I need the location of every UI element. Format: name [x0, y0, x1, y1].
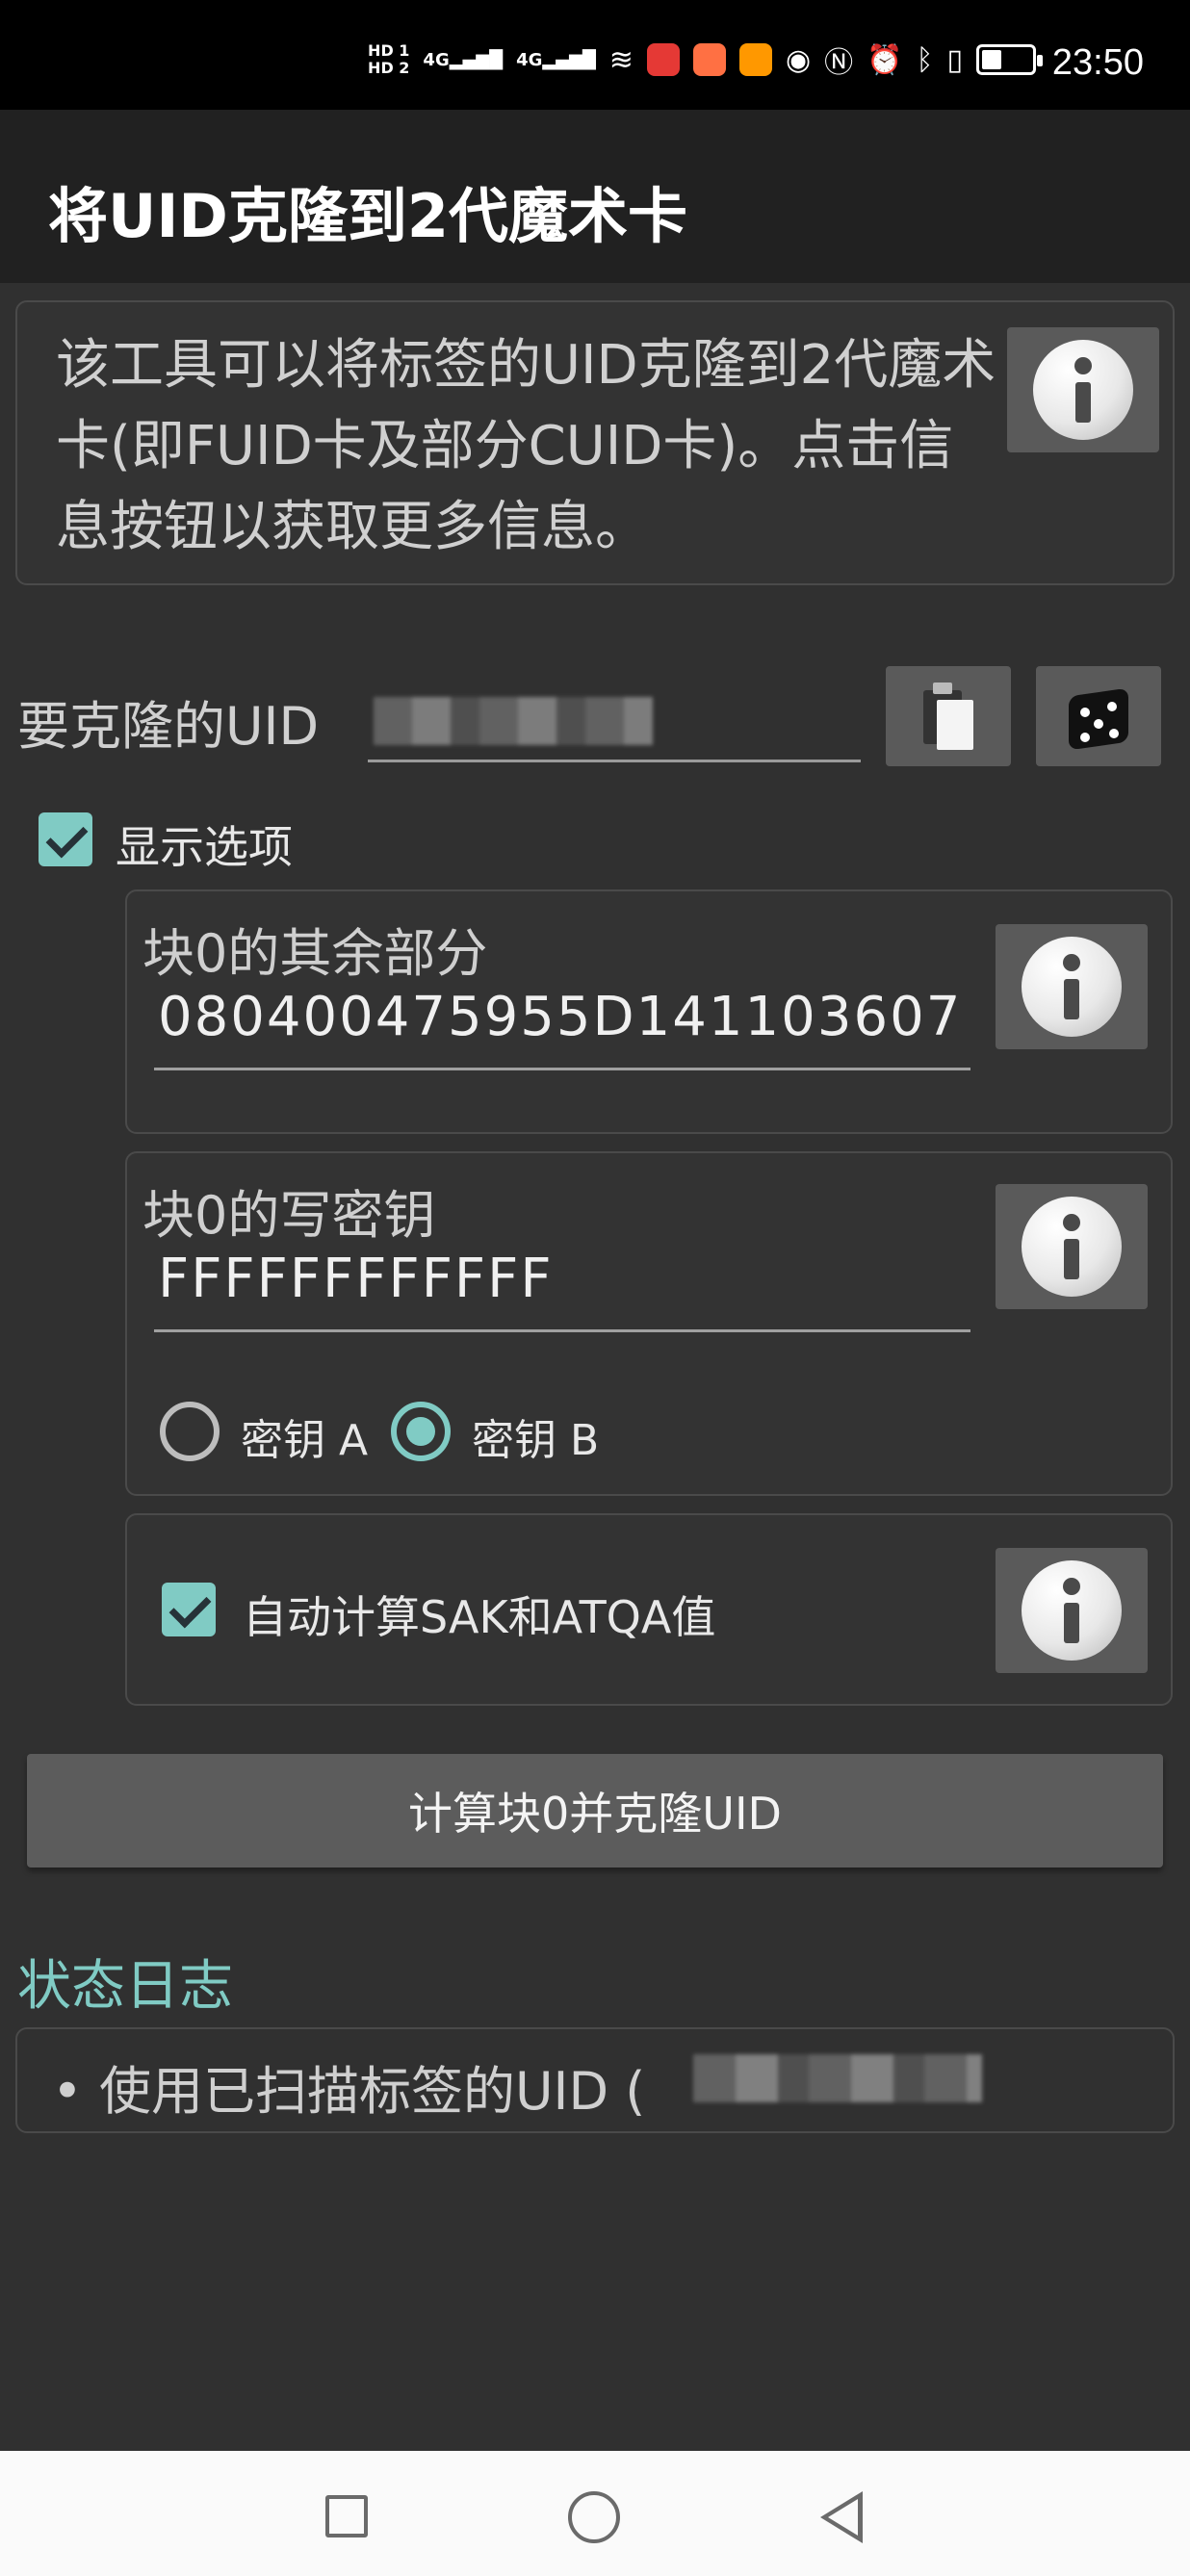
app-notification-icon-3	[738, 43, 772, 76]
sim1-label: HD 1	[368, 41, 410, 60]
nfc-icon: Ⓝ	[824, 46, 854, 80]
status-bar: HD 1 HD 2 4G▂▄▆█ 4G▂▄▆█ ≋ ◉ Ⓝ ⏰ ᛒ ▯ 23:5…	[0, 0, 1190, 110]
redacted-uid	[374, 697, 653, 745]
block0-key-card: 块0的写密钥 FFFFFFFFFFFF 密钥 A 密钥 B	[125, 1151, 1173, 1496]
block0-key-title: 块0的写密钥	[142, 1185, 436, 1246]
description-text: 该工具可以将标签的UID克隆到2代魔术卡(即FUID卡及部分CUID卡)。点击信…	[56, 334, 996, 558]
auto-calc-info-button[interactable]	[996, 1548, 1148, 1673]
block0-rest-input[interactable]: 080400475955D141103607	[154, 984, 970, 1070]
key-a-radio[interactable]	[160, 1402, 220, 1461]
system-nav-bar	[0, 2451, 1190, 2576]
log-entry: • 使用已扫描标签的UID (	[52, 2061, 646, 2122]
redacted-uid	[693, 2054, 982, 2102]
bluetooth-icon: ᛒ	[916, 42, 934, 77]
random-uid-button[interactable]	[1036, 666, 1161, 766]
block0-key-info-button[interactable]	[996, 1184, 1148, 1309]
sim-labels: HD 1 HD 2	[368, 42, 409, 77]
signal-icon: 4G▂▄▆█	[423, 49, 504, 70]
eye-icon: ◉	[785, 42, 812, 77]
block0-rest-info-button[interactable]	[996, 924, 1148, 1049]
info-icon	[1022, 1560, 1122, 1661]
block0-key-input[interactable]: FFFFFFFFFFFF	[154, 1246, 970, 1332]
page-title: 将UID克隆到2代魔术卡	[48, 181, 688, 251]
description-card: 该工具可以将标签的UID克隆到2代魔术卡(即FUID卡及部分CUID卡)。点击信…	[15, 300, 1175, 585]
block0-rest-title: 块0的其余部分	[142, 923, 488, 984]
recents-icon[interactable]	[325, 2495, 368, 2537]
show-options-checkbox[interactable]	[39, 812, 92, 866]
clock: 23:50	[1051, 42, 1144, 83]
vibrate-icon: ▯	[946, 42, 963, 77]
log-title: 状态日志	[17, 1955, 233, 2018]
paste-icon	[923, 683, 973, 750]
calculate-and-clone-button[interactable]: 计算块0并克隆UID	[27, 1754, 1163, 1868]
auto-calc-checkbox[interactable]	[162, 1583, 216, 1636]
status-log: • 使用已扫描标签的UID (	[15, 2027, 1175, 2133]
show-options-label: 显示选项	[116, 821, 293, 873]
uid-label: 要克隆的UID	[17, 696, 320, 757]
home-icon[interactable]	[568, 2491, 620, 2543]
app-notification-icon-2	[692, 43, 726, 76]
alarm-icon: ⏰	[867, 42, 903, 77]
app-notification-icon	[646, 43, 680, 76]
paste-uid-button[interactable]	[886, 666, 1011, 766]
battery-icon	[976, 44, 1043, 75]
status-icons: HD 1 HD 2 4G▂▄▆█ 4G▂▄▆█ ≋ ◉ Ⓝ ⏰ ᛒ ▯	[368, 39, 1043, 81]
signal-icon-2: 4G▂▄▆█	[516, 49, 596, 70]
info-icon	[1033, 340, 1133, 440]
back-icon[interactable]	[820, 2491, 863, 2543]
sim2-label: HD 2	[368, 59, 410, 77]
wifi-icon: ≋	[608, 42, 634, 77]
auto-calc-label: 自动计算SAK和ATQA值	[243, 1591, 716, 1643]
block0-rest-card: 块0的其余部分 080400475955D141103607	[125, 889, 1173, 1134]
info-icon	[1022, 1197, 1122, 1297]
auto-calc-card: 自动计算SAK和ATQA值	[125, 1513, 1173, 1706]
key-a-label: 密钥 A	[241, 1416, 369, 1465]
uid-input[interactable]	[368, 674, 861, 762]
description-info-button[interactable]	[1007, 327, 1159, 452]
key-b-label: 密钥 B	[472, 1416, 600, 1465]
app-bar: 将UID克隆到2代魔术卡	[0, 110, 1190, 283]
info-icon	[1022, 937, 1122, 1037]
key-b-radio[interactable]	[391, 1402, 451, 1461]
dice-icon	[1065, 683, 1132, 751]
